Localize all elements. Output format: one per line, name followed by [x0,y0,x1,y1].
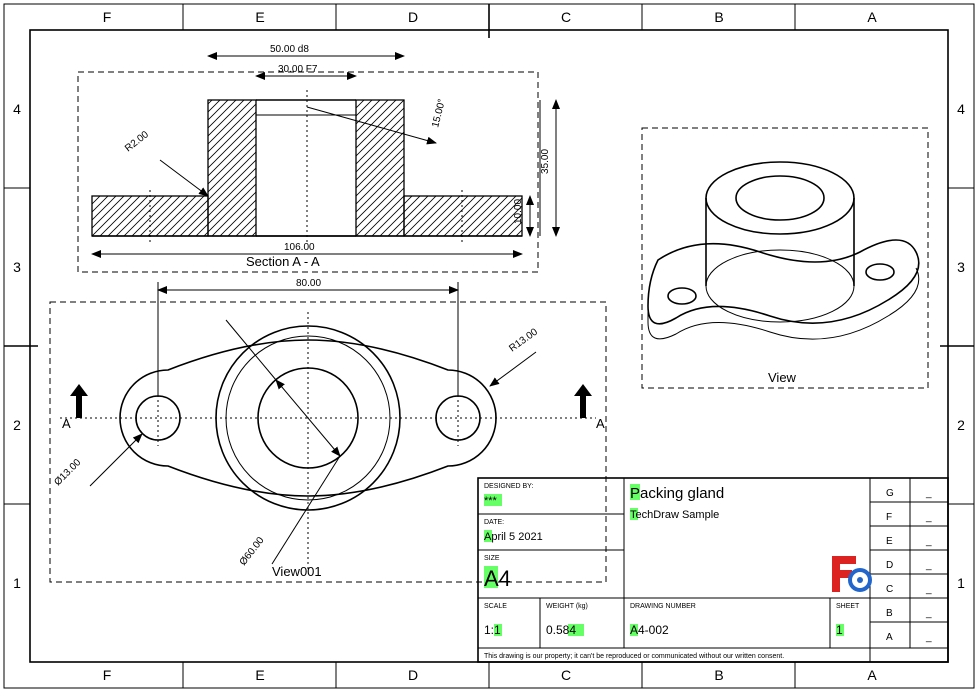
freecad-logo-icon [832,556,870,592]
svg-text:DATE:: DATE: [484,519,504,526]
svg-text:_: _ [925,536,932,547]
svg-text:3: 3 [13,259,21,275]
svg-text:4: 4 [957,101,965,117]
top-view-name: View001 [272,564,322,579]
svg-text:SIZE: SIZE [484,555,500,562]
dim-d13: Ø13.00 [52,457,83,488]
svg-text:_: _ [925,560,932,571]
svg-text:DRAWING NUMBER: DRAWING NUMBER [630,603,696,610]
dim-r2: R2.00 [123,129,151,154]
designed-by: *** [484,495,498,507]
dim-106: 106.00 [284,242,315,253]
dim-35: 35.00 [540,149,551,174]
svg-text:4: 4 [13,101,21,117]
iso-view: View [642,128,928,388]
svg-text:A: A [867,667,877,683]
svg-text:C: C [886,584,893,595]
section-name: Section A - A [246,254,320,269]
svg-text:G: G [886,488,894,499]
dim-angle: 15.00° [430,98,448,129]
svg-text:_: _ [925,512,932,523]
svg-text:SCALE: SCALE [484,603,507,610]
svg-text:_: _ [925,632,932,643]
dim-10: 10.00 [513,199,524,224]
ownership-note: This drawing is our property; it can't b… [484,653,784,660]
svg-text:B: B [886,608,893,619]
drawing-title: Packing gland [630,485,724,502]
section-view: 50.00 d8 30.00 F7 106.00 35.00 10.00 15.… [78,44,556,272]
drawing-number: A4-002 [630,623,669,637]
svg-text:1: 1 [957,575,965,591]
svg-text:B: B [714,667,723,683]
svg-text:F: F [103,667,112,683]
svg-text:C: C [561,9,571,25]
scale: 1:1 [484,623,501,637]
date: April 5 2021 [484,531,543,543]
svg-text:D: D [408,9,418,25]
dim-d60: Ø60.00 [238,535,267,568]
svg-text:B: B [714,9,723,25]
iso-view-name: View [768,370,797,385]
dim-30f7: 30.00 F7 [278,64,318,75]
drawing-subtitle: TechDraw Sample [630,509,719,521]
svg-text:F: F [103,9,112,25]
svg-text:C: C [561,667,571,683]
title-block: DESIGNED BY: *** DATE: April 5 2021 SIZE… [478,478,948,662]
svg-text:SHEET: SHEET [836,603,860,610]
dim-80: 80.00 [296,278,321,289]
svg-text:2: 2 [13,417,21,433]
svg-text:3: 3 [957,259,965,275]
svg-text:2: 2 [957,417,965,433]
size: A4 [484,566,511,591]
svg-text:_: _ [925,488,932,499]
svg-text:F: F [886,512,892,523]
section-tag-right: A [596,416,605,431]
svg-text:D: D [886,560,893,571]
svg-text:1: 1 [13,575,21,591]
svg-text:E: E [255,9,264,25]
svg-text:A: A [867,9,877,25]
svg-text:E: E [255,667,264,683]
svg-text:WEIGHT (kg): WEIGHT (kg) [546,603,588,610]
drawing-sheet: F E D C B A F E D C B A 1 2 3 4 1 2 3 4 50.00 d8 30.00 F… [0,0,978,692]
sheet: 1 [836,623,843,637]
section-tag-left: A [62,416,71,431]
weight: 0.584 [546,623,576,637]
svg-text:D: D [408,667,418,683]
svg-text:_: _ [925,584,932,595]
svg-text:E: E [886,536,893,547]
dim-r13: R13.00 [507,326,540,354]
svg-text:_: _ [925,608,932,619]
dim-50d8: 50.00 d8 [270,44,309,55]
svg-text:DESIGNED BY:: DESIGNED BY: [484,483,533,490]
svg-text:A: A [886,632,893,643]
